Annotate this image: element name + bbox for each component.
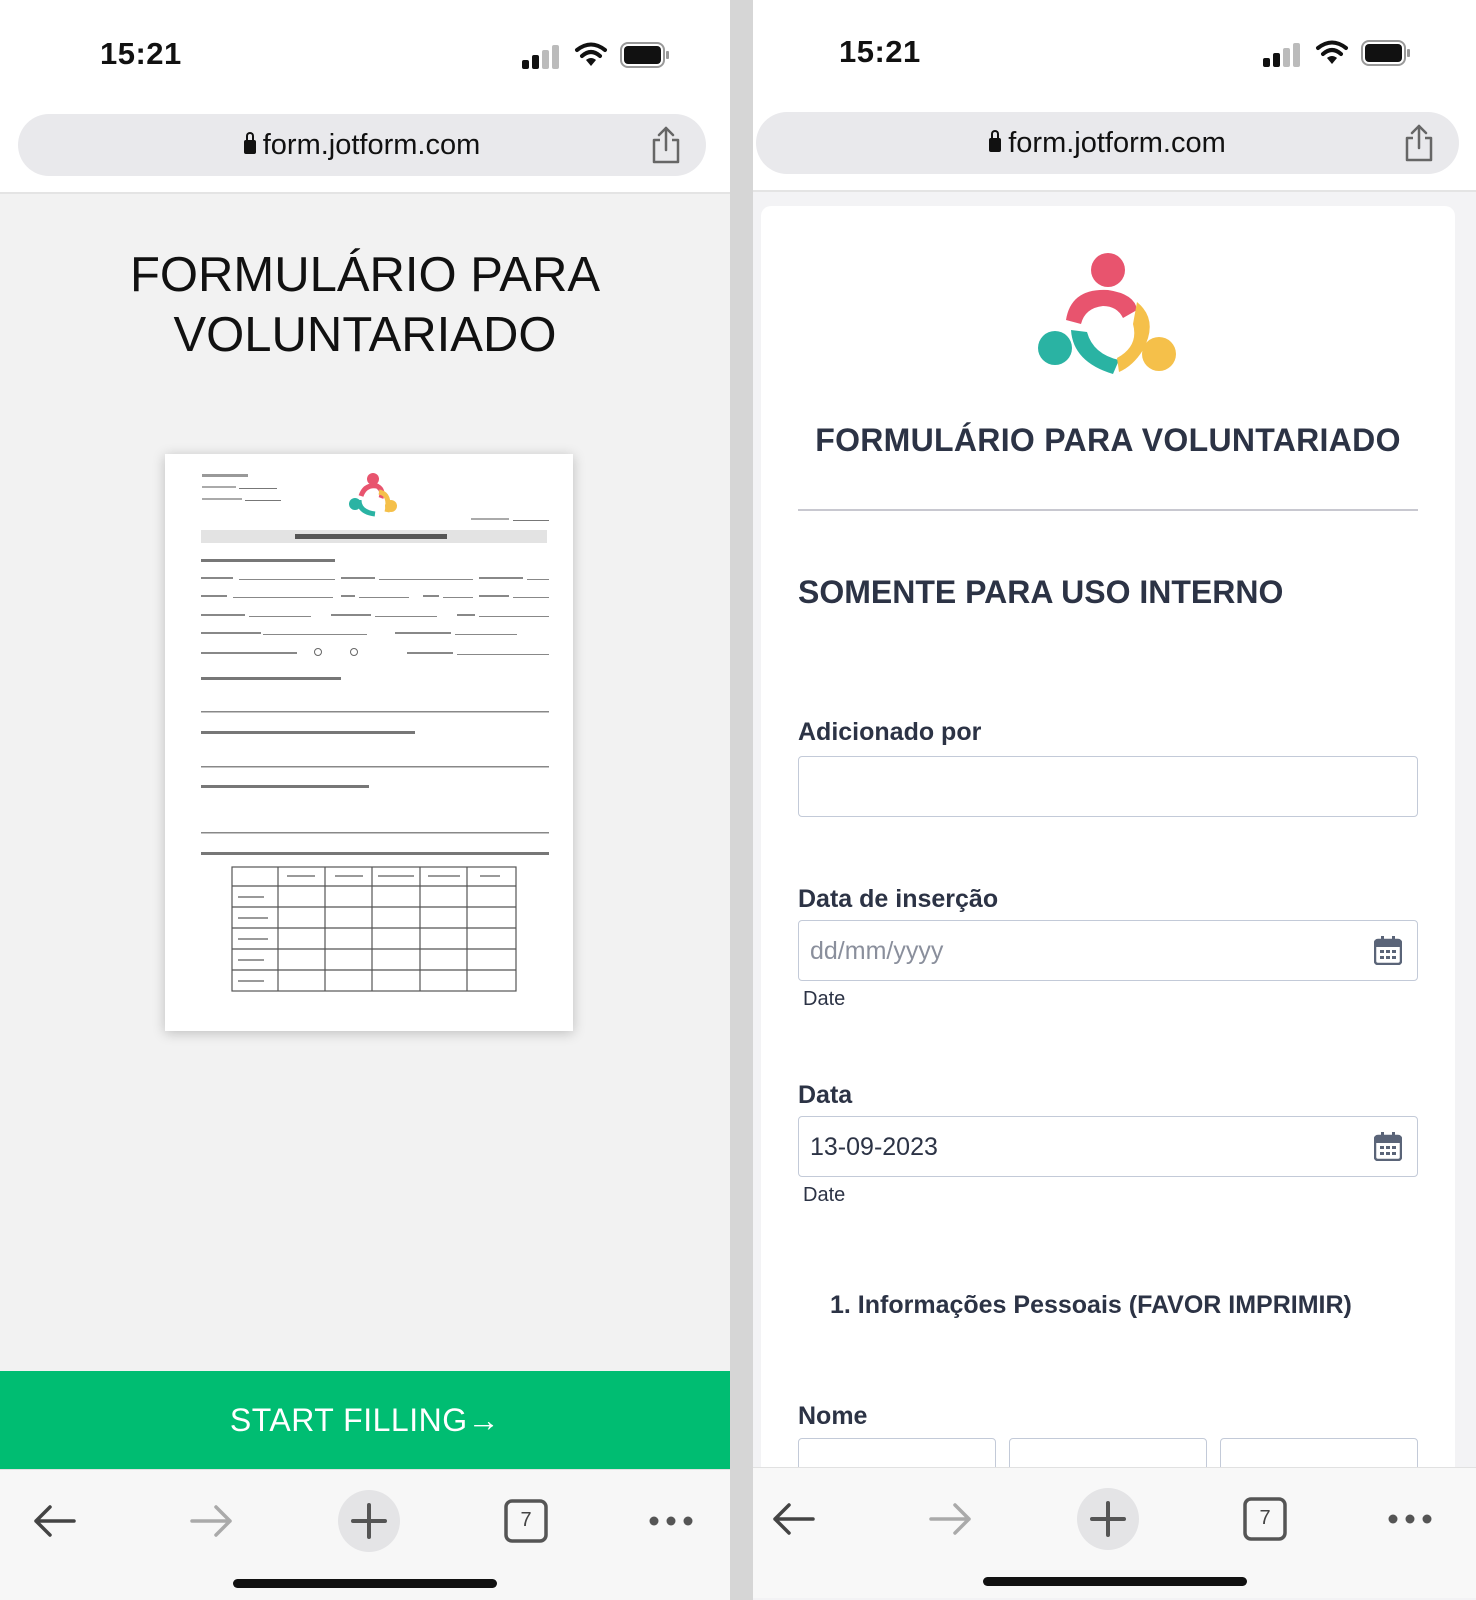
tabs-button[interactable]: 7 (495, 1490, 557, 1552)
lock-icon (989, 130, 1002, 152)
new-tab-button[interactable] (1077, 1488, 1139, 1550)
calendar-icon[interactable] (1374, 935, 1402, 965)
new-tab-button[interactable] (338, 1490, 400, 1552)
added-by-input[interactable] (798, 756, 1418, 817)
section-title: SOMENTE PARA USO INTERNO (798, 574, 1284, 610)
calendar-icon[interactable] (1374, 1131, 1402, 1161)
wifi-icon (575, 42, 607, 66)
date-sublabel: Date (803, 1184, 846, 1206)
divider-line (798, 509, 1418, 511)
plus-icon (351, 1503, 387, 1539)
share-icon[interactable] (1403, 124, 1435, 162)
battery-icon (620, 42, 669, 68)
form-preview-image (201, 473, 549, 992)
form-preview-thumbnail (165, 454, 573, 1031)
address-bar[interactable]: form.jotform.com (756, 112, 1459, 174)
date-value: 13-09-2023 (810, 1133, 938, 1161)
insert-date-input[interactable]: dd/mm/yyyy (798, 920, 1418, 981)
address-bar-area: form.jotform.com (753, 98, 1476, 192)
status-bar: 15:21 (753, 0, 1476, 100)
signal-icon (1263, 41, 1303, 67)
tab-count: 7 (520, 1509, 532, 1531)
form-card: FORMULÁRIO PARA VOLUNTARIADO SOMENTE PAR… (761, 206, 1455, 1508)
tabs-button[interactable]: 7 (1234, 1488, 1296, 1550)
status-time: 15:21 (839, 34, 921, 69)
signal-icon (522, 43, 562, 69)
forward-arrow-icon[interactable] (180, 1490, 242, 1552)
more-icon[interactable] (1379, 1488, 1441, 1550)
phone-right-screen: 15:21 form.jotform.com FORMULÁRIO PARA V… (753, 0, 1476, 1600)
screenshot-divider (730, 0, 753, 1600)
browser-toolbar: 7 (753, 1467, 1476, 1598)
phone-left-screen: 15:21 form.jotform.com FORMULÁRIO PARA V… (0, 0, 730, 1600)
tab-count: 7 (1259, 1507, 1271, 1529)
forward-arrow-icon[interactable] (919, 1488, 981, 1550)
wifi-icon (1316, 40, 1348, 64)
url-text: form.jotform.com (262, 129, 481, 161)
address-bar[interactable]: form.jotform.com (18, 114, 706, 176)
status-time: 15:21 (100, 36, 182, 71)
back-arrow-icon[interactable] (763, 1488, 825, 1550)
status-bar: 15:21 (0, 0, 730, 100)
insert-date-label: Data de inserção (798, 885, 999, 913)
page-title: FORMULÁRIO PARA VOLUNTARIADO (129, 248, 601, 362)
arrow-right-icon: → (467, 1402, 501, 1438)
share-icon[interactable] (650, 126, 682, 164)
home-indicator (982, 1577, 1247, 1586)
browser-toolbar: 7 (0, 1469, 730, 1600)
url-text: form.jotform.com (1008, 127, 1226, 159)
more-icon[interactable] (640, 1490, 702, 1552)
plus-icon (1090, 1501, 1126, 1537)
date-input[interactable]: 13-09-2023 (798, 1116, 1418, 1177)
name-label: Nome (798, 1402, 868, 1430)
added-by-label: Adicionado por (798, 718, 982, 746)
personal-info-heading: 1. Informações Pessoais (FAVOR IMPRIMIR) (830, 1291, 1352, 1319)
lock-icon (243, 132, 256, 154)
volunteer-logo (1038, 253, 1176, 374)
home-indicator (233, 1579, 497, 1588)
insert-date-placeholder: dd/mm/yyyy (810, 937, 944, 965)
back-arrow-icon[interactable] (24, 1490, 86, 1552)
address-bar-area: form.jotform.com (0, 100, 730, 194)
insert-date-sublabel: Date (803, 988, 846, 1010)
start-filling-button[interactable]: START FILLING→ (0, 1371, 730, 1469)
form-title: FORMULÁRIO PARA VOLUNTARIADO (815, 422, 1401, 458)
battery-icon (1361, 40, 1410, 66)
date-label: Data (798, 1081, 853, 1109)
